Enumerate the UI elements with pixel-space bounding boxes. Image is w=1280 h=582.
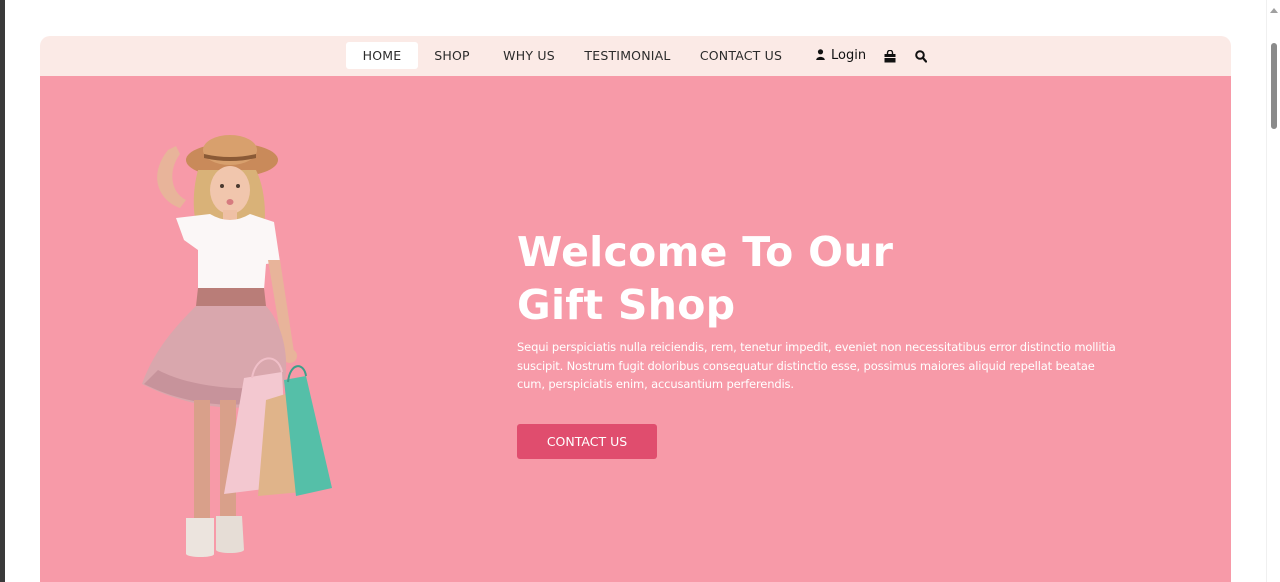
login-link[interactable]: Login — [816, 42, 866, 69]
nav-item-testimonial[interactable]: TESTIMONIAL — [583, 42, 672, 69]
scroll-up-arrow-icon[interactable] — [1270, 8, 1278, 13]
nav-item-shop[interactable]: SHOP — [424, 42, 480, 69]
window-edge — [0, 0, 5, 582]
navbar: HOME SHOP WHY US TESTIMONIAL CONTACT US … — [40, 36, 1231, 76]
vertical-scrollbar[interactable] — [1266, 0, 1280, 582]
search-icon[interactable] — [915, 48, 928, 67]
nav-item-why-us[interactable]: WHY US — [498, 42, 560, 69]
hero-description: Sequi perspiciatis nulla reiciendis, rem… — [517, 340, 1116, 391]
nav-item-home[interactable]: HOME — [346, 42, 418, 69]
hero-title: Welcome To Our Gift Shop — [517, 226, 1037, 332]
hero-title-line-1: Welcome To Our — [517, 228, 894, 276]
contact-us-button[interactable]: CONTACT US — [517, 424, 657, 459]
shopping-bag-icon[interactable] — [884, 48, 896, 67]
login-label: Login — [831, 48, 867, 63]
scrollbar-thumb[interactable] — [1271, 43, 1277, 129]
site-container: HOME SHOP WHY US TESTIMONIAL CONTACT US … — [40, 36, 1231, 582]
user-icon — [816, 49, 825, 60]
girl-with-shopping-bags-image — [142, 135, 332, 557]
hero-section: Welcome To Our Gift Shop Sequi perspicia… — [40, 76, 1231, 582]
hero-title-line-2: Gift Shop — [517, 281, 736, 329]
nav-item-contact-us[interactable]: CONTACT US — [695, 42, 787, 69]
